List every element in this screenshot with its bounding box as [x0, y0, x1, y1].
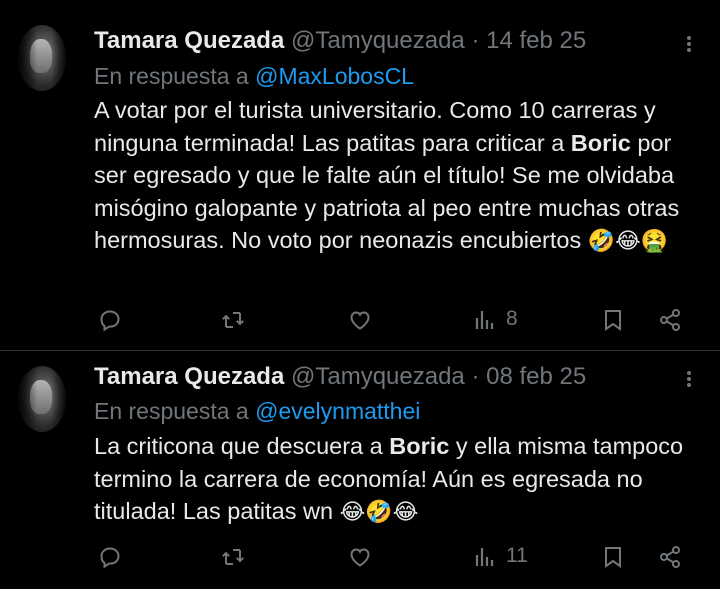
reply-context: En respuesta a @evelynmatthei: [94, 396, 420, 426]
action-bar: 11: [0, 542, 720, 572]
action-bar: 8: [0, 305, 720, 335]
more-icon[interactable]: [681, 371, 697, 387]
views-icon: [475, 311, 494, 329]
author-handle[interactable]: @Tamyquezada: [291, 363, 465, 390]
author-name[interactable]: Tamara Quezada: [94, 363, 284, 390]
bookmark-icon: [605, 310, 621, 331]
reply-prefix: En respuesta a: [94, 63, 249, 89]
reply-icon: [100, 310, 120, 332]
tweet-text-part: La criticona que descuera a: [94, 433, 390, 459]
tweet-header: Tamara Quezada @Tamyquezada · 08 feb 25: [94, 362, 586, 392]
share-icon: [660, 309, 680, 331]
tweet-date[interactable]: 08 feb 25: [486, 363, 586, 390]
mention-highlight: Boric: [570, 129, 631, 156]
mention-highlight: Boric: [389, 433, 450, 459]
views-count: 11: [506, 544, 528, 567]
views-icon: [475, 548, 494, 566]
meta-separator: ·: [471, 363, 480, 390]
tweet-header: Tamara Quezada @Tamyquezada · 14 feb 25: [94, 26, 586, 56]
bookmark-icon: [605, 547, 621, 568]
emoji-group: 🤣😂🤮: [587, 229, 669, 254]
reply-prefix: En respuesta a: [94, 398, 249, 424]
more-icon[interactable]: [681, 36, 697, 52]
reply-context: En respuesta a @MaxLobosCL: [94, 61, 414, 91]
views-count: 8: [506, 307, 518, 330]
tweet-text: La criticona que descuera a Boric y ella…: [94, 430, 706, 530]
avatar[interactable]: [18, 366, 66, 432]
tweet-text: A votar por el turista universitario. Co…: [94, 94, 706, 259]
share-icon: [660, 546, 680, 568]
author-handle[interactable]: @Tamyquezada: [291, 27, 465, 54]
meta-separator: ·: [471, 27, 480, 54]
emoji-group: 😂🤣😂: [339, 500, 419, 525]
reply-to-handle[interactable]: @evelynmatthei: [255, 398, 420, 424]
heart-icon: [350, 548, 370, 567]
heart-icon: [350, 311, 370, 330]
avatar[interactable]: [18, 25, 66, 91]
tweet[interactable]: Tamara Quezada @Tamyquezada · 08 feb 25 …: [0, 351, 720, 589]
tweet[interactable]: Tamara Quezada @Tamyquezada · 14 feb 25 …: [0, 0, 720, 350]
tweet-date[interactable]: 14 feb 25: [486, 27, 586, 54]
reply-icon: [100, 547, 120, 569]
retweet-icon: [222, 549, 244, 565]
retweet-icon: [222, 312, 244, 328]
author-name[interactable]: Tamara Quezada: [94, 27, 284, 54]
reply-to-handle[interactable]: @MaxLobosCL: [255, 63, 414, 89]
